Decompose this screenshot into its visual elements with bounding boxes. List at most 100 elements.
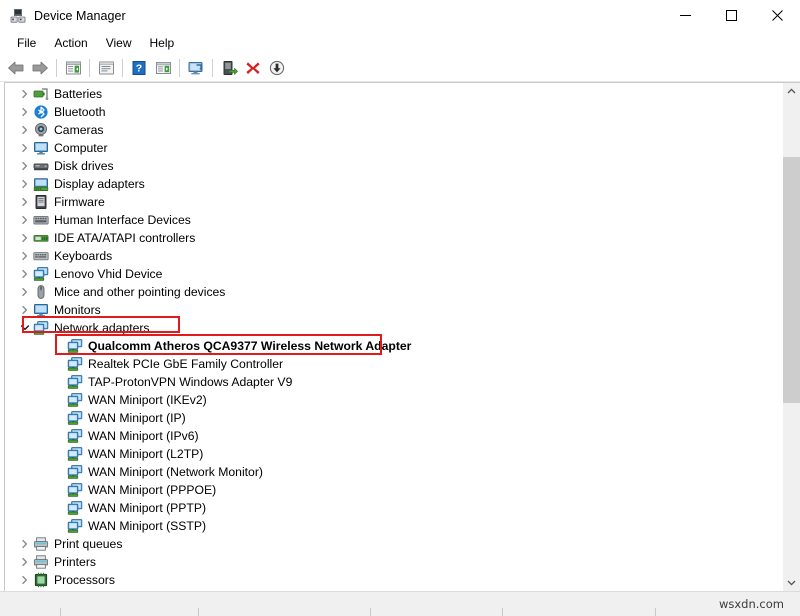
network-card-icon — [67, 356, 83, 372]
chevron-right-icon[interactable] — [17, 121, 33, 139]
status-divider — [60, 608, 61, 616]
tree-node[interactable]: IDE ATA/ATAPI controllers — [5, 229, 783, 247]
printer-icon — [33, 554, 49, 570]
tree-node-label: TAP-ProtonVPN Windows Adapter V9 — [88, 373, 292, 391]
scan-for-hardware-changes-button[interactable] — [184, 56, 208, 79]
tree-node-label: Bluetooth — [54, 103, 106, 121]
chevron-right-icon[interactable] — [17, 265, 33, 283]
chevron-up-icon — [787, 88, 796, 95]
chevron-right-icon[interactable] — [17, 85, 33, 103]
tree-node[interactable]: WAN Miniport (PPTP) — [5, 499, 783, 517]
chevron-down-icon[interactable] — [17, 319, 33, 337]
tree-indent-spacer — [51, 463, 67, 481]
help-button[interactable]: ? — [127, 56, 151, 79]
tree-node[interactable]: Processors — [5, 571, 783, 589]
chevron-right-icon[interactable] — [17, 229, 33, 247]
tree-node-label: Firmware — [54, 193, 105, 211]
chevron-right-icon[interactable] — [17, 283, 33, 301]
chevron-right-icon[interactable] — [17, 571, 33, 589]
back-arrow-icon — [7, 60, 25, 76]
tree-node[interactable]: Monitors — [5, 301, 783, 319]
tree-node-label: Disk drives — [54, 157, 114, 175]
update-driver-button[interactable] — [217, 56, 241, 79]
action-button[interactable] — [151, 56, 175, 79]
scroll-up-button[interactable] — [783, 83, 800, 100]
scrollbar-track[interactable] — [783, 100, 800, 574]
chevron-right-icon[interactable] — [17, 247, 33, 265]
tree-node[interactable]: Batteries — [5, 85, 783, 103]
computer-icon — [33, 140, 49, 156]
tree-indent-spacer — [51, 445, 67, 463]
menu-file[interactable]: File — [8, 34, 45, 52]
tree-node[interactable]: Bluetooth — [5, 103, 783, 121]
toolbar: ? — [0, 54, 800, 82]
maximize-button[interactable] — [708, 0, 754, 31]
tree-node[interactable]: Keyboards — [5, 247, 783, 265]
disable-device-button[interactable] — [265, 56, 289, 79]
uninstall-device-button[interactable] — [241, 56, 265, 79]
tree-node-label: Keyboards — [54, 247, 112, 265]
tree-node[interactable]: Network adapters — [5, 319, 783, 337]
network-card-icon — [67, 464, 83, 480]
chevron-right-icon[interactable] — [17, 553, 33, 571]
tree-node-label: Batteries — [54, 85, 102, 103]
tree-node[interactable]: WAN Miniport (IPv6) — [5, 427, 783, 445]
forward-arrow-icon — [31, 60, 49, 76]
tree-node-label: Cameras — [54, 121, 103, 139]
device-tree[interactable]: BatteriesBluetoothCamerasComputerDisk dr… — [4, 82, 783, 591]
show-hide-console-tree-button[interactable] — [61, 56, 85, 79]
tree-node[interactable]: Firmware — [5, 193, 783, 211]
tree-node[interactable]: Lenovo Vhid Device — [5, 265, 783, 283]
chevron-right-icon[interactable] — [17, 175, 33, 193]
menu-action[interactable]: Action — [45, 34, 96, 52]
tree-node[interactable]: Printers — [5, 553, 783, 571]
chevron-right-icon[interactable] — [17, 301, 33, 319]
tree-node[interactable]: Display adapters — [5, 175, 783, 193]
chevron-right-icon[interactable] — [17, 535, 33, 553]
tree-node[interactable]: WAN Miniport (IKEv2) — [5, 391, 783, 409]
tree-node-label: WAN Miniport (IP) — [88, 409, 186, 427]
back-button[interactable] — [4, 56, 28, 79]
tree-node[interactable]: Cameras — [5, 121, 783, 139]
tree-node-label: Mice and other pointing devices — [54, 283, 225, 301]
minimize-button[interactable] — [662, 0, 708, 31]
forward-button[interactable] — [28, 56, 52, 79]
vertical-scrollbar[interactable] — [783, 82, 800, 591]
tree-node[interactable]: WAN Miniport (Network Monitor) — [5, 463, 783, 481]
camera-icon — [33, 122, 49, 138]
tree-node[interactable]: WAN Miniport (IP) — [5, 409, 783, 427]
menu-view[interactable]: View — [97, 34, 141, 52]
tree-node[interactable]: WAN Miniport (SSTP) — [5, 517, 783, 535]
chevron-right-icon[interactable] — [17, 211, 33, 229]
close-button[interactable] — [754, 0, 800, 31]
tree-node[interactable]: Qualcomm Atheros QCA9377 Wireless Networ… — [5, 337, 783, 355]
tree-node[interactable]: TAP-ProtonVPN Windows Adapter V9 — [5, 373, 783, 391]
tree-node[interactable]: Computer — [5, 139, 783, 157]
tree-node[interactable]: WAN Miniport (PPPOE) — [5, 481, 783, 499]
chevron-down-icon — [787, 579, 796, 586]
scroll-down-button[interactable] — [783, 574, 800, 591]
tree-node[interactable]: Realtek PCIe GbE Family Controller — [5, 355, 783, 373]
chevron-right-icon[interactable] — [17, 193, 33, 211]
menu-help[interactable]: Help — [141, 34, 184, 52]
tree-node[interactable]: Print queues — [5, 535, 783, 553]
tree-node[interactable]: Mice and other pointing devices — [5, 283, 783, 301]
chevron-right-icon[interactable] — [17, 157, 33, 175]
tree-node[interactable]: WAN Miniport (L2TP) — [5, 445, 783, 463]
toolbar-separator — [179, 59, 180, 77]
scrollbar-thumb[interactable] — [783, 157, 800, 403]
chevron-right-icon[interactable] — [17, 139, 33, 157]
tree-node-label: WAN Miniport (IPv6) — [88, 427, 199, 445]
tree-node[interactable]: Disk drives — [5, 157, 783, 175]
printer-icon — [33, 536, 49, 552]
properties-icon — [98, 60, 115, 76]
properties-button[interactable] — [94, 56, 118, 79]
tree-node[interactable]: Human Interface Devices — [5, 211, 783, 229]
red-x-icon — [245, 60, 261, 76]
tree-node-label: Computer — [54, 139, 108, 157]
toolbar-separator — [122, 59, 123, 77]
update-driver-icon — [221, 60, 238, 76]
chevron-right-icon[interactable] — [17, 103, 33, 121]
menu-bar: File Action View Help — [0, 32, 800, 54]
tree-indent-spacer — [51, 499, 67, 517]
